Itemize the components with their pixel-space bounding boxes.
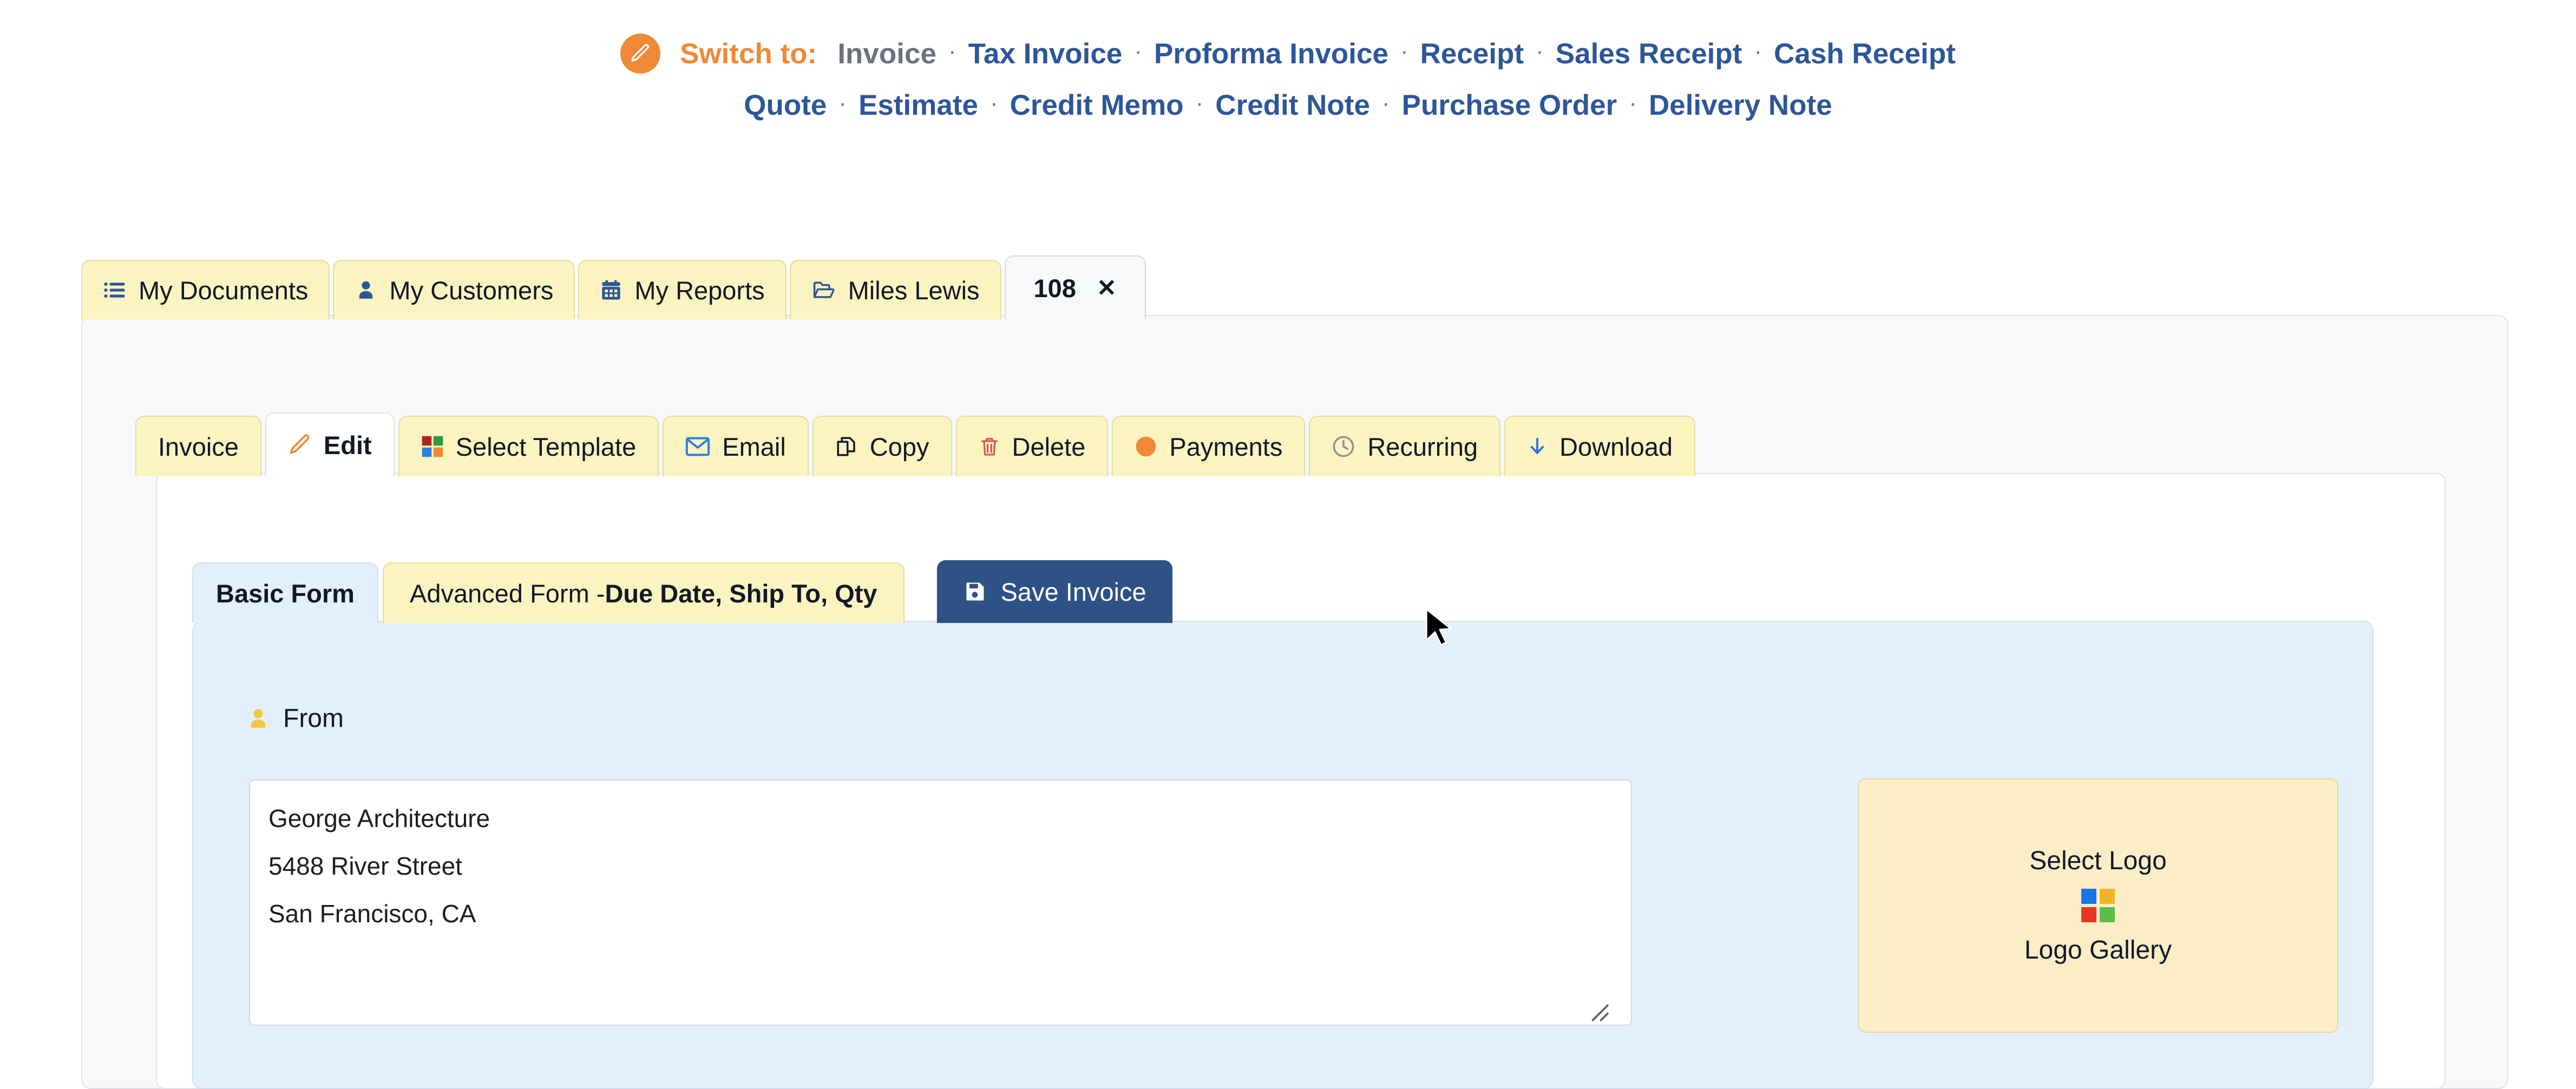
separator: · [1134, 38, 1143, 64]
logo-swatch-blue [2081, 889, 2096, 904]
switch-link-invoice[interactable]: Invoice [837, 40, 936, 68]
tab-label-prefix: Advanced Form - [409, 579, 605, 608]
separator: · [1195, 89, 1204, 116]
switch-link-credit-memo[interactable]: Credit Memo [1010, 91, 1184, 120]
toolbar-edit[interactable]: Edit [265, 412, 395, 476]
person-icon [246, 706, 270, 731]
clock-icon [1332, 435, 1355, 458]
main-tab-strip: My Documents My Customers My Reports Mil… [81, 255, 1146, 319]
tab-my-documents[interactable]: My Documents [81, 260, 330, 319]
switch-link-estimate[interactable]: Estimate [858, 91, 978, 120]
list-icon [103, 278, 127, 302]
toolbar-label: Email [722, 432, 786, 461]
tab-advanced-form[interactable]: Advanced Form - Due Date, Ship To, Qty [382, 562, 904, 623]
toolbar-copy[interactable]: Copy [812, 416, 952, 476]
logo-swatch-green [2100, 907, 2115, 922]
tab-label: My Customers [389, 275, 554, 305]
separator: · [1400, 38, 1408, 64]
save-invoice-button[interactable]: Save Invoice [936, 560, 1172, 623]
toolbar-label: Payments [1169, 432, 1283, 461]
toolbar-recurring[interactable]: Recurring [1309, 416, 1501, 476]
envelope-icon [685, 435, 710, 458]
separator: · [1381, 89, 1390, 116]
copy-icon [835, 435, 858, 458]
tab-my-customers[interactable]: My Customers [333, 260, 575, 319]
circle-icon [1135, 435, 1157, 458]
toolbar-delete[interactable]: Delete [955, 416, 1109, 476]
tab-label: My Reports [634, 275, 765, 305]
switch-link-sales-receipt[interactable]: Sales Receipt [1556, 40, 1742, 68]
template-grid-icon [421, 435, 444, 458]
close-icon[interactable]: ✕ [1097, 274, 1117, 302]
from-field-label: From [246, 704, 344, 733]
separator: · [1629, 89, 1637, 116]
toolbar-select-template[interactable]: Select Template [398, 416, 659, 476]
user-icon [355, 278, 377, 302]
separator: · [948, 38, 956, 64]
select-logo-label: Select Logo [2029, 847, 2167, 875]
select-logo-panel[interactable]: Select Logo Logo Gallery [1858, 778, 2338, 1033]
switch-link-proforma-invoice[interactable]: Proforma Invoice [1154, 40, 1388, 68]
switch-link-quote[interactable]: Quote [744, 91, 827, 120]
switch-link-credit-note[interactable]: Credit Note [1215, 91, 1370, 120]
document-toolbar: Invoice Edit Select Template Email Copy … [135, 412, 1696, 476]
switch-to-row-1: Switch to: Invoice · Tax Invoice · Profo… [0, 34, 2576, 74]
separator: · [990, 89, 998, 116]
toolbar-label: Recurring [1367, 432, 1478, 461]
toolbar-label: Delete [1012, 432, 1086, 461]
from-label-text: From [283, 704, 344, 733]
tab-basic-form[interactable]: Basic Form [192, 562, 378, 623]
toolbar-download[interactable]: Download [1504, 416, 1696, 476]
separator: · [838, 89, 847, 116]
floppy-disk-icon [963, 580, 987, 603]
download-arrow-icon [1527, 435, 1548, 458]
logo-swatch-yellow [2100, 889, 2115, 904]
form-tab-strip: Basic Form Advanced Form - Due Date, Shi… [192, 560, 1172, 623]
pencil-badge-icon [620, 34, 661, 74]
switch-link-receipt[interactable]: Receipt [1420, 40, 1524, 68]
switch-to-bar: Switch to: Invoice · Tax Invoice · Profo… [0, 0, 2576, 120]
tab-label: My Documents [139, 275, 309, 305]
logo-grid-icon [2081, 889, 2115, 922]
switch-link-delivery-note[interactable]: Delivery Note [1649, 91, 1832, 120]
pencil-icon [288, 433, 312, 457]
logo-swatch-red [2081, 907, 2096, 922]
tab-label: Miles Lewis [848, 275, 980, 305]
from-address-textarea[interactable] [249, 779, 1632, 1026]
switch-link-cash-receipt[interactable]: Cash Receipt [1774, 40, 1956, 68]
tab-label: 108 [1033, 273, 1076, 303]
separator: · [1536, 38, 1544, 64]
toolbar-label: Invoice [158, 432, 239, 461]
toolbar-invoice[interactable]: Invoice [135, 416, 261, 476]
trash-icon [979, 435, 1000, 458]
toolbar-label: Edit [323, 430, 372, 460]
logo-gallery-label: Logo Gallery [2024, 936, 2172, 965]
switch-link-purchase-order[interactable]: Purchase Order [1402, 91, 1617, 120]
toolbar-email[interactable]: Email [663, 416, 809, 476]
tab-miles-lewis[interactable]: Miles Lewis [789, 260, 1001, 319]
toolbar-label: Copy [869, 432, 929, 461]
switch-to-label: Switch to: [680, 37, 817, 70]
tab-label: Basic Form [216, 579, 355, 608]
folder-open-icon [811, 278, 836, 302]
switch-link-tax-invoice[interactable]: Tax Invoice [968, 40, 1123, 68]
tab-document-108[interactable]: 108 ✕ [1004, 255, 1146, 319]
calendar-icon [600, 278, 622, 302]
tab-label-bold: Due Date, Ship To, Qty [605, 579, 877, 608]
tab-my-reports[interactable]: My Reports [578, 260, 786, 319]
switch-to-row-2: Quote · Estimate · Credit Memo · Credit … [0, 91, 2576, 120]
separator: · [1754, 38, 1762, 64]
toolbar-label: Download [1559, 432, 1673, 461]
toolbar-payments[interactable]: Payments [1112, 416, 1306, 476]
toolbar-label: Select Template [455, 432, 637, 461]
save-invoice-label: Save Invoice [1000, 577, 1146, 606]
